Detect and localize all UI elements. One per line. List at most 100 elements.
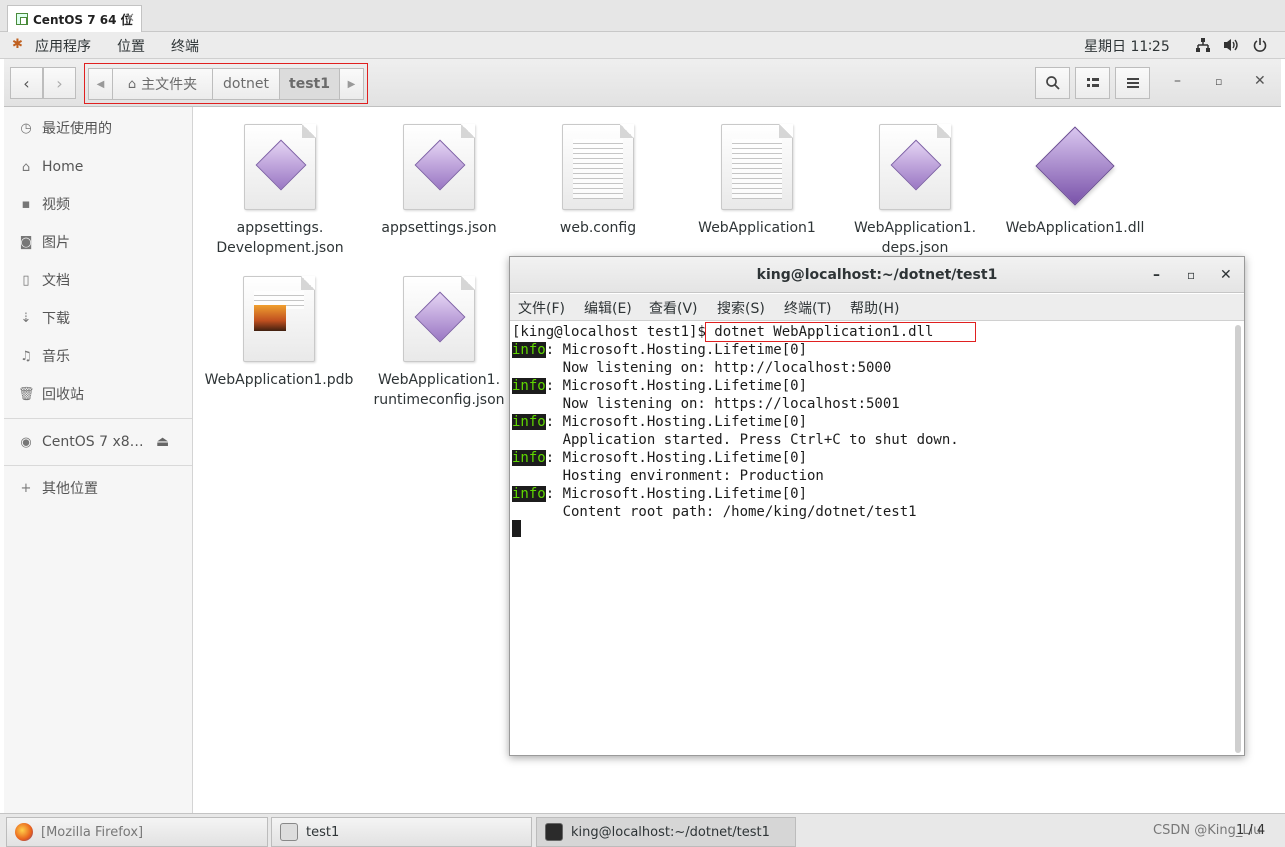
terminal-output-line: Now listening on: http://localhost:5000 [512,359,892,377]
json-file-icon [403,276,475,362]
close-icon[interactable]: ✕ [1254,73,1266,89]
chevron-left-icon: ‹ [23,73,30,93]
log-text: Content root path: /home/king/dotnet/tes… [512,504,917,520]
term-menu-search[interactable]: 搜索(S) [717,298,765,318]
log-text: Hosting environment: Production [512,468,824,484]
terminal-cursor [512,520,521,537]
breadcrumb-scroll-left[interactable]: ◀ [88,68,113,100]
power-icon[interactable] [1252,37,1268,57]
home-icon: ⌂ [21,159,31,175]
breadcrumb-home[interactable]: ⌂ 主文件夹 [112,68,213,100]
sidebar-item-centos-disc[interactable]: ◉ CentOS 7 x8… ⏏ [4,427,192,457]
file-webapplication1-runtimeconfig-json[interactable]: WebApplication1. runtimeconfig.json [364,276,514,410]
search-button[interactable] [1035,67,1070,99]
terminal-output-line: info: Microsoft.Hosting.Lifetime[0] [512,341,807,359]
terminal-scrollbar[interactable] [1235,325,1241,753]
file-webapplication1-dll[interactable]: WebApplication1.dll [1000,124,1150,238]
terminal-maximize-icon[interactable]: ▫ [1187,268,1195,282]
breadcrumb-dotnet[interactable]: dotnet [212,68,280,100]
terminal-minimize-icon[interactable]: – [1153,267,1160,283]
sidebar-item-home[interactable]: ⌂ Home [4,152,192,182]
maximize-icon[interactable]: ▫ [1215,75,1222,88]
network-icon[interactable] [1195,37,1211,57]
document-icon: ▯ [22,272,30,288]
vm-tab-bar: CentOS 7 64 位 ✕ [0,0,1285,32]
text-file-icon [562,124,634,210]
dll-file-icon [1035,126,1115,206]
breadcrumb-test1[interactable]: test1 [279,68,340,100]
terminal-title: king@localhost:~/dotnet/test1 [756,267,998,283]
vm-tab-close-icon[interactable]: ✕ [124,11,135,26]
sidebar-item-downloads[interactable]: ⇣ 下载 [4,303,192,333]
disc-icon: ◉ [20,434,32,450]
task-terminal[interactable]: king@localhost:~/dotnet/test1 [536,817,796,847]
terminal-output-line: info: Microsoft.Hosting.Lifetime[0] [512,449,807,467]
files-icon [280,823,298,841]
sidebar-divider [4,418,192,419]
term-menu-file[interactable]: 文件(F) [518,298,565,318]
term-menu-help[interactable]: 帮助(H) [850,298,899,318]
hamburger-icon [1126,78,1139,88]
sidebar-item-trash[interactable]: 🗑 回收站 [4,379,192,409]
log-text: : Microsoft.Hosting.Lifetime[0] [545,342,808,358]
log-level-tag: info [512,450,546,466]
log-level-tag: info [512,342,546,358]
file-appsettings-json[interactable]: appsettings.json [364,124,514,238]
log-level-tag: info [512,414,546,430]
json-file-icon [403,124,475,210]
terminal-output[interactable]: [king@localhost test1]$ dotnet WebApplic… [510,322,1234,755]
breadcrumb-scroll-right[interactable]: ▶ [339,68,364,100]
terminal-output-line: Application started. Press Ctrl+C to shu… [512,431,959,449]
log-text: : Microsoft.Hosting.Lifetime[0] [545,378,808,394]
log-text: : Microsoft.Hosting.Lifetime[0] [545,486,808,502]
file-manager-header: ‹ › ◀ ⌂ 主文件夹 dotnet test1 ▶ – ▫ ✕ [4,59,1281,107]
forward-button[interactable]: › [43,67,76,99]
menu-terminal[interactable]: 终端 [171,36,199,56]
term-menu-edit[interactable]: 编辑(E) [584,298,632,318]
terminal-titlebar[interactable]: king@localhost:~/dotnet/test1 [510,257,1244,293]
sidebar-item-documents[interactable]: ▯ 文档 [4,265,192,295]
workspace-pager[interactable]: 1 / 4 [1236,823,1265,838]
sidebar-item-videos[interactable]: ▪ 视频 [4,189,192,219]
file-appsettings-development-json[interactable]: appsettings. Development.json [205,124,355,258]
eject-icon[interactable]: ⏏ [156,434,169,450]
camera-icon: ◙ [19,234,33,250]
volume-icon[interactable] [1222,37,1240,57]
search-icon [1045,76,1060,90]
vm-icon [16,13,28,25]
terminal-close-icon[interactable]: ✕ [1220,267,1232,283]
term-menu-terminal[interactable]: 终端(T) [784,298,831,318]
sidebar-divider [4,465,192,466]
sidebar-item-recent[interactable]: ◷ 最近使用的 [4,113,192,143]
terminal-output-line: info: Microsoft.Hosting.Lifetime[0] [512,413,807,431]
clock[interactable]: 星期日 11∶25 [1084,36,1170,56]
menu-places[interactable]: 位置 [117,36,145,56]
shell-prompt: [king@localhost test1] [512,324,698,340]
breadcrumb: ◀ ⌂ 主文件夹 dotnet test1 ▶ [84,63,368,104]
minimize-icon[interactable]: – [1174,73,1181,89]
menu-applications[interactable]: 应用程序 [35,36,91,56]
music-icon: ♫ [20,348,32,364]
task-firefox[interactable]: [Mozilla Firefox] [6,817,268,847]
file-webapplication1[interactable]: WebApplication1 [682,124,832,238]
sidebar-item-music[interactable]: ♫ 音乐 [4,341,192,371]
menu-button[interactable] [1115,67,1150,99]
log-text: Now listening on: http://localhost:5000 [512,360,892,376]
file-webapplication1-pdb[interactable]: WebApplication1.pdb [204,276,354,390]
task-files-test1[interactable]: test1 [271,817,532,847]
download-icon: ⇣ [20,310,32,326]
file-webapplication1-deps-json[interactable]: WebApplication1. deps.json [840,124,990,258]
view-toggle-button[interactable] [1075,67,1110,99]
list-view-icon [1086,78,1099,87]
sidebar-item-pictures[interactable]: ◙ 图片 [4,227,192,257]
places-sidebar: ◷ 最近使用的 ⌂ Home ▪ 视频 ◙ 图片 ▯ 文档 ⇣ 下载 ♫ 音乐 🗑 回收站 ◉ C… [4,107,193,813]
vm-tab[interactable]: CentOS 7 64 位 ✕ [7,5,142,32]
terminal-window: king@localhost:~/dotnet/test1 – ▫ ✕ 文件(F… [509,256,1245,756]
terminal-output-line: Content root path: /home/king/dotnet/tes… [512,503,917,521]
applications-icon: ✱ [12,37,23,52]
back-button[interactable]: ‹ [10,67,43,99]
home-icon: ⌂ [127,76,137,92]
file-web-config[interactable]: web.config [523,124,673,238]
sidebar-item-other-locations[interactable]: + 其他位置 [4,473,192,503]
term-menu-view[interactable]: 查看(V) [649,298,698,318]
